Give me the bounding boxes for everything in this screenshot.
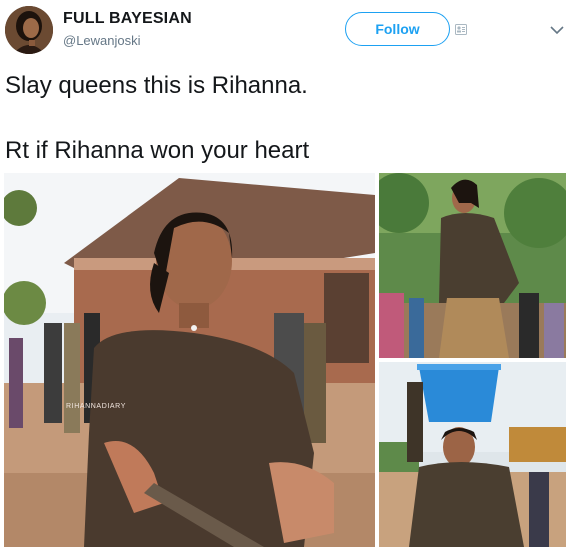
photo-walking[interactable] [379,173,566,358]
follow-person-icon[interactable] [455,24,467,35]
display-name[interactable]: FULL BAYESIAN [63,10,192,28]
photo-shoveling[interactable]: RIHANNADIARY [4,173,375,547]
user-handle[interactable]: @Lewanjoski [63,33,141,48]
tweet: FULL BAYESIAN @Lewanjoski Follow Slay qu… [0,0,570,550]
photo-watermark: RIHANNADIARY [66,403,126,410]
tweet-text-line-1: Slay queens this is Rihanna. [5,72,308,99]
photo-carrying-basin[interactable] [379,362,566,547]
follow-button[interactable]: Follow [345,12,450,46]
avatar[interactable] [5,6,53,54]
avatar-image [5,6,53,54]
media-grid: RIHANNADIARY [4,173,566,547]
tweet-text-line-2: Rt if Rihanna won your heart [5,137,310,164]
chevron-down-icon[interactable] [550,25,564,35]
